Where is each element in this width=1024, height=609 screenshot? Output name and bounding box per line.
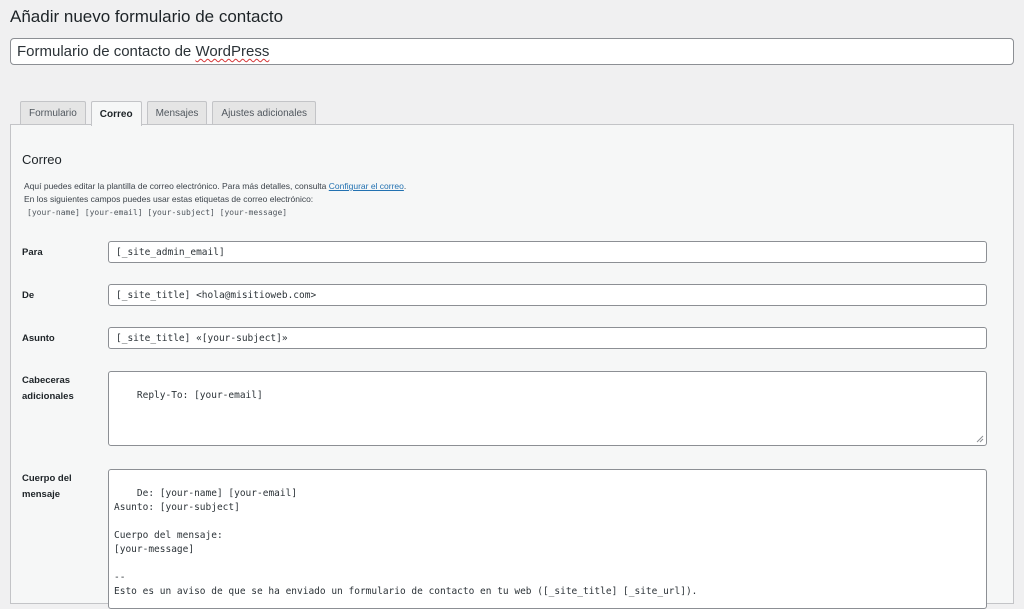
editor-tabs: Formulario Correo Mensajes Ajustes adici… (20, 101, 317, 126)
headers-text: Reply-To: [your-email] (136, 390, 263, 401)
subject-field[interactable]: [_site_title] «[your-subject]» (108, 327, 987, 349)
page-title: Añadir nuevo formulario de contacto (10, 7, 284, 26)
headers-label-line2: adicionales (22, 391, 74, 402)
to-label: Para (22, 247, 43, 258)
mail-description: Aquí puedes editar la plantilla de corre… (24, 180, 406, 219)
form-title-spellcheck-word: WordPress (195, 43, 270, 60)
tab-correo[interactable]: Correo (90, 101, 142, 126)
headers-label-line1: Cabeceras (22, 375, 71, 386)
additional-headers-textarea[interactable]: Reply-To: [your-email] (108, 371, 987, 446)
tab-formulario[interactable]: Formulario (20, 101, 86, 125)
mail-panel: Correo Aquí puedes editar la plantilla d… (10, 124, 1014, 609)
headers-label: Cabeceras adicionales (22, 373, 74, 405)
desc-text: Aquí puedes editar la plantilla de corre… (24, 181, 329, 191)
desc-tags-intro: En los siguientes campos puedes usar est… (24, 194, 314, 204)
body-label: Cuerpo del mensaje (22, 471, 72, 503)
resize-handle-icon[interactable] (975, 434, 984, 443)
to-field[interactable]: [_site_admin_email] (108, 241, 987, 263)
from-field[interactable]: [_site_title] <hola@misitioweb.com> (108, 284, 987, 306)
from-label: De (22, 290, 35, 301)
body-label-line2: mensaje (22, 489, 61, 500)
configure-mail-link[interactable]: Configurar el correo (329, 181, 404, 191)
form-title-input[interactable]: Formulario de contacto de WordPress (10, 38, 1014, 65)
body-label-line1: Cuerpo del (22, 473, 72, 484)
section-title: Correo (22, 152, 62, 167)
tab-mensajes[interactable]: Mensajes (146, 101, 208, 125)
desc-period: . (403, 181, 407, 191)
message-body-textarea[interactable]: De: [your-name] [your-email] Asunto: [yo… (108, 469, 987, 609)
mail-tags-list: [your-name] [your-email] [your-subject] … (27, 208, 288, 217)
form-title-text: Formulario de contacto de (17, 43, 196, 60)
tab-ajustes-adicionales[interactable]: Ajustes adicionales (212, 101, 317, 125)
subject-label: Asunto (22, 333, 55, 344)
body-text: De: [your-name] [your-email] Asunto: [yo… (114, 488, 698, 597)
